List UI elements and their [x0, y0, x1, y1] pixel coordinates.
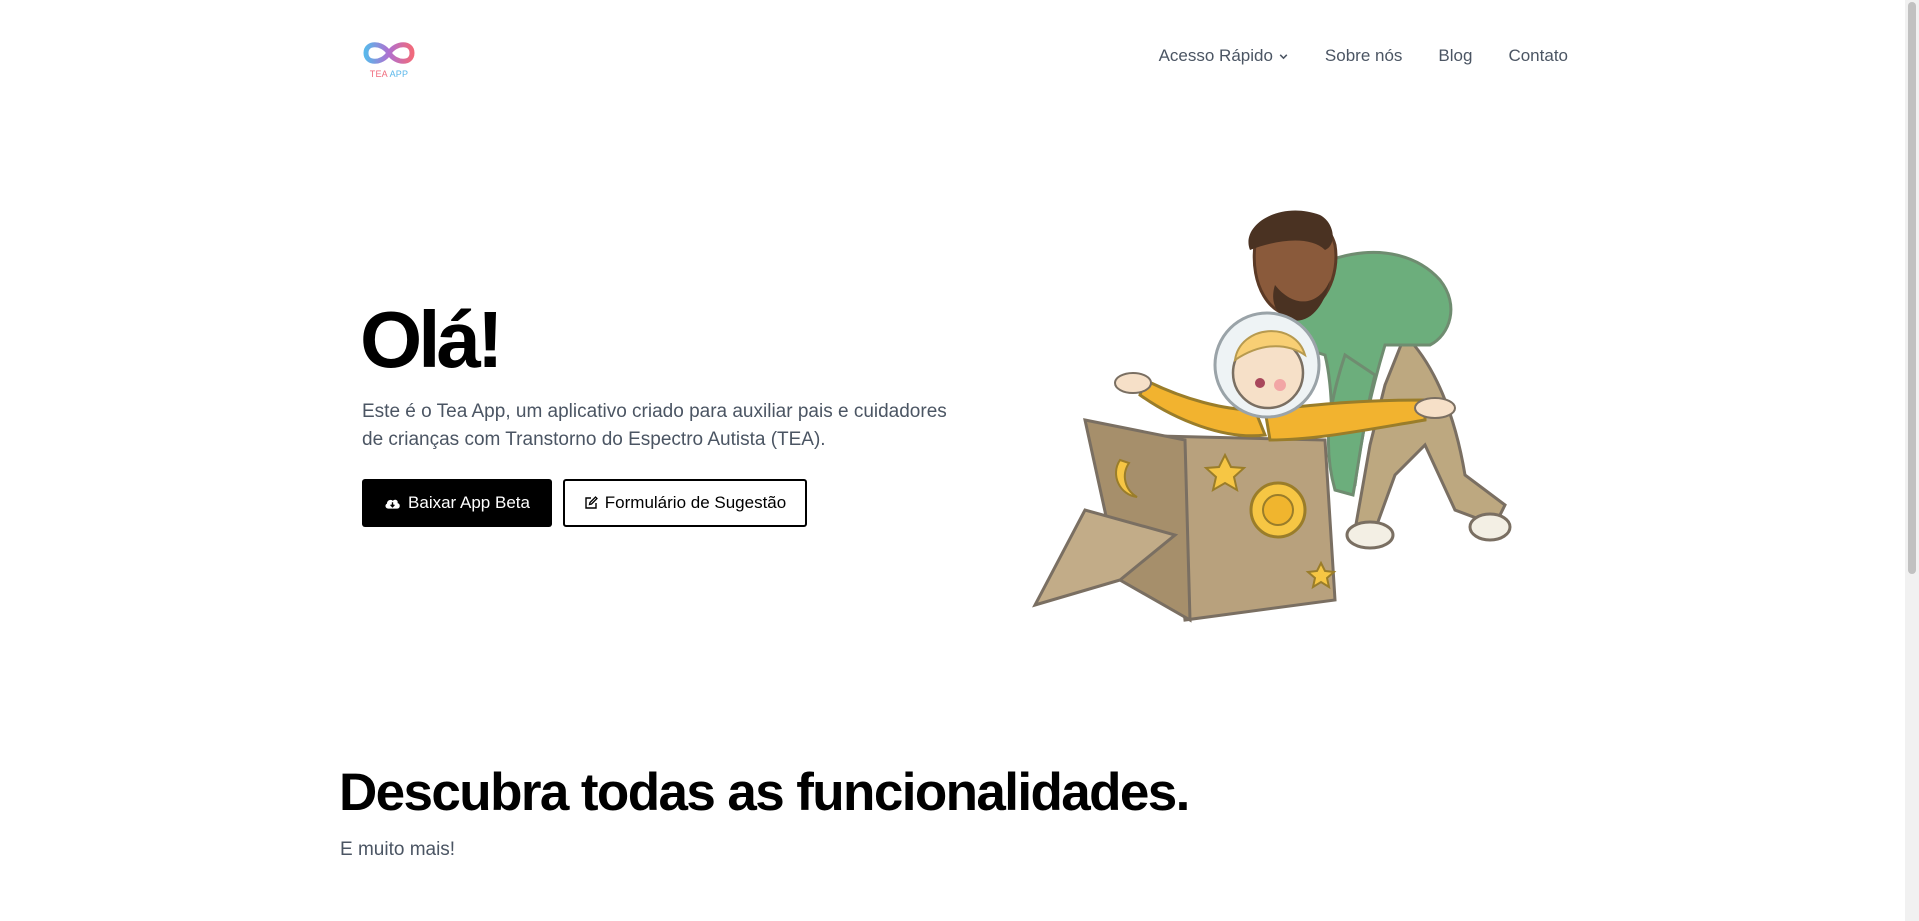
site-header: TEA APP Acesso Rápido Sobre nós Blog Con…: [0, 0, 1905, 110]
father-child-illustration: [1032, 210, 1512, 623]
hero-title: Olá!: [360, 295, 504, 384]
logo-text-app: APP: [389, 69, 409, 79]
logo[interactable]: TEA APP: [360, 38, 420, 82]
nav-sobre-nos[interactable]: Sobre nós: [1325, 46, 1403, 66]
nav-acesso-rapido-label: Acesso Rápido: [1158, 46, 1273, 65]
cloud-download-icon: [385, 499, 400, 509]
infinity-logo-icon: [363, 42, 415, 64]
nav-contato[interactable]: Contato: [1508, 46, 1568, 66]
hero-description: Este é o Tea App, um aplicativo criado p…: [362, 401, 947, 450]
features-title: Descubra todas as funcionalidades.: [339, 763, 1190, 822]
hero-illustration: [1025, 205, 1520, 630]
page-scrollbar[interactable]: [1905, 0, 1919, 921]
logo-text: TEA APP: [360, 69, 418, 79]
logo-text-tea: TEA: [369, 69, 388, 79]
features-subtitle: E muito mais!: [340, 839, 456, 860]
nav-acesso-rapido[interactable]: Acesso Rápido: [1159, 46, 1289, 66]
download-app-button[interactable]: Baixar App Beta: [362, 479, 552, 527]
chevron-down-icon: [1279, 53, 1288, 59]
main-nav: Acesso Rápido Sobre nós Blog Contato: [1159, 46, 1568, 66]
suggestion-form-button[interactable]: Formulário de Sugestão: [563, 479, 807, 527]
edit-icon: [585, 496, 598, 509]
download-app-button-label: Baixar App Beta: [408, 493, 530, 512]
suggestion-form-button-label: Formulário de Sugestão: [604, 493, 787, 512]
nav-blog[interactable]: Blog: [1438, 46, 1472, 66]
scrollbar-thumb[interactable]: [1908, 2, 1916, 574]
